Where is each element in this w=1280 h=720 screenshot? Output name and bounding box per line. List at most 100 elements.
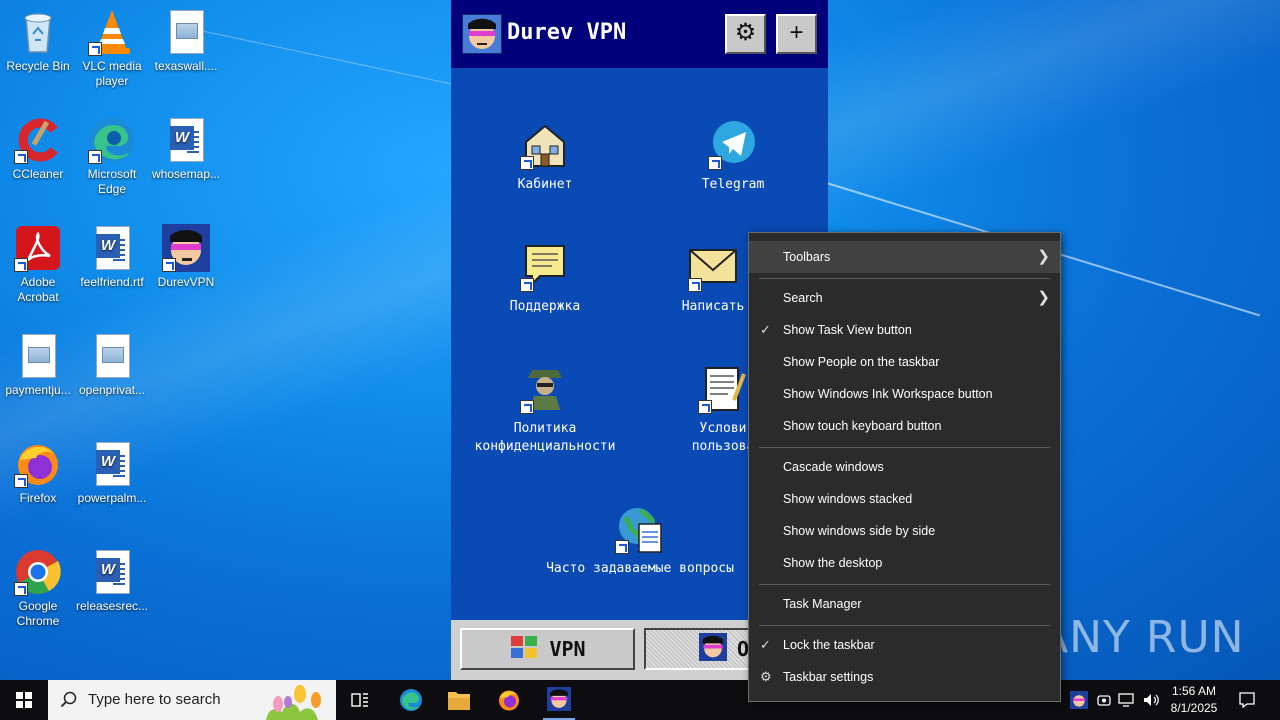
vpn-app-title: Durev VPN: [507, 20, 627, 45]
desktop-icon-vlc[interactable]: VLC media player: [74, 8, 150, 89]
menu-item-task-view[interactable]: ✓ Show Task View button: [749, 314, 1060, 346]
word-doc-icon: W: [162, 116, 210, 164]
menu-divider: [759, 625, 1050, 626]
desktop-icon-ccleaner[interactable]: CCleaner: [0, 116, 76, 182]
gear-icon: ⚙: [734, 19, 757, 46]
taskbar-file-explorer[interactable]: [435, 680, 483, 720]
menu-item-label: Show windows stacked: [783, 492, 913, 506]
vpn-item-write[interactable]: Написать: [673, 242, 753, 316]
search-placeholder: Type here to search: [88, 691, 221, 708]
shortcut-arrow-icon: [14, 582, 28, 596]
desktop-icon-label: releasesrec...: [75, 599, 149, 613]
durevvpn-icon: [162, 224, 210, 272]
taskbar-firefox[interactable]: [485, 680, 533, 720]
shortcut-arrow-icon: [14, 150, 28, 164]
menu-item-label: Cascade windows: [783, 460, 884, 474]
desktop-icon-paymentju[interactable]: paymentju...: [0, 332, 76, 398]
menu-item-show-desktop[interactable]: Show the desktop: [749, 547, 1060, 579]
desktop-icon-label: Google Chrome: [16, 599, 60, 628]
task-view-icon: [351, 693, 368, 707]
image-file-icon: [14, 332, 62, 380]
vpn-item-label-line2: конфиденциальности: [474, 439, 616, 454]
folder-icon: [448, 692, 470, 710]
taskbar-edge[interactable]: [387, 680, 435, 720]
shortcut-arrow-icon: [88, 150, 102, 164]
menu-item-side-by-side[interactable]: Show windows side by side: [749, 515, 1060, 547]
desktop-icon-label: VLC media player: [82, 59, 142, 88]
vpn-item-label: Кабинет: [517, 177, 573, 192]
taskbar: Type here to search 1:56 AM 8/1/2025: [0, 680, 1280, 720]
vlc-icon: [88, 8, 136, 56]
menu-item-task-manager[interactable]: Task Manager: [749, 588, 1060, 620]
durevvpn-tray-icon[interactable]: [1070, 691, 1088, 709]
menu-item-stacked[interactable]: Show windows stacked: [749, 483, 1060, 515]
settings-button[interactable]: ⚙: [725, 14, 766, 54]
vpn-item-label: Telegram: [701, 177, 765, 192]
notification-center-icon[interactable]: [1238, 691, 1256, 709]
desktop-icon-releasesrec[interactable]: W releasesrec...: [74, 548, 150, 614]
shortcut-arrow-icon: [14, 474, 28, 488]
taskbar-search-box[interactable]: Type here to search: [48, 680, 336, 720]
menu-item-search[interactable]: Search ❯: [749, 282, 1060, 314]
volume-icon[interactable]: [1142, 691, 1160, 709]
shortcut-arrow-icon: [520, 400, 534, 414]
desktop-icon-chrome[interactable]: Google Chrome: [0, 548, 76, 629]
menu-item-ink-workspace[interactable]: Show Windows Ink Workspace button: [749, 378, 1060, 410]
menu-item-label: Lock the taskbar: [783, 638, 875, 652]
recycle-bin-icon: [14, 8, 62, 56]
menu-item-cascade[interactable]: Cascade windows: [749, 451, 1060, 483]
vpn-item-label: Часто задаваемые вопросы: [546, 561, 734, 576]
usb-device-icon[interactable]: [1096, 692, 1112, 708]
desktop-icon-label: Adobe Acrobat: [17, 275, 59, 304]
chevron-right-icon: ❯: [1037, 289, 1050, 306]
vpn-item-support[interactable]: Поддержка: [495, 242, 595, 316]
shortcut-arrow-icon: [162, 258, 176, 272]
desktop-icon-recycle-bin[interactable]: Recycle Bin: [0, 8, 76, 74]
menu-item-lock-taskbar[interactable]: ✓ Lock the taskbar: [749, 629, 1060, 661]
taskbar-durevvpn[interactable]: [535, 680, 583, 720]
desktop-icon-openprivat[interactable]: openprivat...: [74, 332, 150, 398]
vpn-tab-button[interactable]: VPN: [460, 628, 635, 670]
vpn-item-telegram[interactable]: Telegram: [683, 120, 783, 194]
desktop-icon-label: Microsoft Edge: [87, 167, 137, 196]
desktop-icon-powerpalm[interactable]: W powerpalm...: [74, 440, 150, 506]
acrobat-icon: [14, 224, 62, 272]
desktop-icon-whosemap[interactable]: W whosemap...: [148, 116, 224, 182]
checkmark-icon: ✓: [760, 637, 771, 652]
menu-item-people[interactable]: Show People on the taskbar: [749, 346, 1060, 378]
vpn-item-privacy[interactable]: Политика конфиденциальности: [465, 364, 625, 456]
shortcut-arrow-icon: [698, 400, 712, 414]
desktop-icon-label: feelfriend.rtf: [80, 275, 144, 289]
agent-icon: [520, 364, 570, 414]
durevvpn-icon: [698, 632, 727, 666]
add-button[interactable]: +: [776, 14, 817, 54]
shortcut-arrow-icon: [14, 258, 28, 272]
desktop-icon-durevvpn[interactable]: DurevVPN: [148, 224, 224, 290]
menu-item-toolbars[interactable]: Toolbars ❯: [749, 241, 1060, 273]
start-button[interactable]: [0, 680, 48, 720]
tray-clock[interactable]: 1:56 AM 8/1/2025: [1164, 683, 1224, 717]
anyrun-watermark: ANY RUN: [1038, 612, 1245, 663]
desktop-icon-firefox[interactable]: Firefox: [0, 440, 76, 506]
vpn-header: Durev VPN ⚙ +: [451, 0, 828, 68]
desktop-icon-acrobat[interactable]: Adobe Acrobat: [0, 224, 76, 305]
network-icon[interactable]: [1118, 692, 1136, 708]
desktop-icon-feelfriend[interactable]: W feelfriend.rtf: [74, 224, 150, 290]
menu-item-label: Toolbars: [783, 250, 831, 264]
vpn-item-cabinet[interactable]: Кабинет: [495, 120, 595, 194]
task-view-button[interactable]: [336, 680, 384, 720]
globe-doc-icon: [615, 504, 665, 554]
windows-logo-icon: [16, 692, 32, 708]
notepad-icon: [698, 364, 748, 414]
menu-item-touch-keyboard[interactable]: Show touch keyboard button: [749, 410, 1060, 442]
menu-item-label: Task Manager: [783, 597, 862, 611]
word-doc-icon: W: [88, 548, 136, 596]
menu-item-taskbar-settings[interactable]: ⚙ Taskbar settings: [749, 661, 1060, 693]
menu-divider: [759, 278, 1050, 279]
vpn-item-label: Поддержка: [509, 299, 581, 314]
desktop-icon-edge[interactable]: Microsoft Edge: [74, 116, 150, 197]
edge-icon: [400, 689, 422, 711]
shortcut-arrow-icon: [88, 42, 102, 56]
desktop-icon-texaswall[interactable]: texaswall....: [148, 8, 224, 74]
vpn-item-faq[interactable]: Часто задаваемые вопросы: [535, 504, 745, 578]
